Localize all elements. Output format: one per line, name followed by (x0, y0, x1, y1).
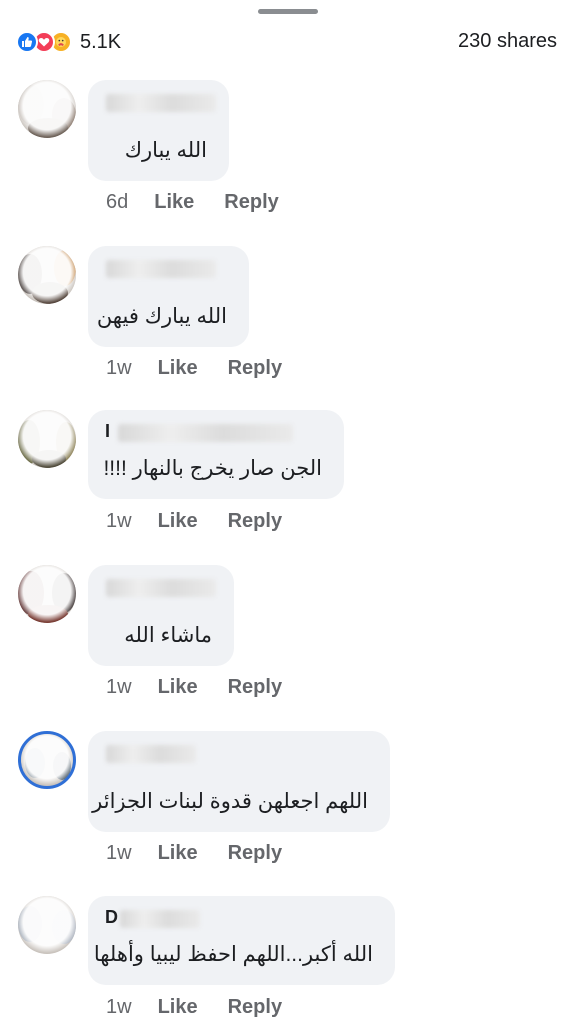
avatar[interactable] (18, 410, 76, 468)
shares-count[interactable]: 230 shares (458, 30, 557, 53)
comment-actions: 1w Like Reply (106, 357, 282, 380)
comment-timestamp[interactable]: 1w (106, 357, 132, 380)
comment-author[interactable] (118, 424, 293, 442)
avatar[interactable] (18, 246, 76, 304)
reply-button[interactable]: Reply (228, 357, 282, 380)
comment-author-initial: D (105, 907, 118, 927)
comment-bubble[interactable]: اللهم اجعلهن قدوة لبنات الجزائر (88, 731, 390, 832)
reply-button[interactable]: Reply (228, 676, 282, 699)
reactions-summary[interactable]: 5.1K (16, 30, 121, 54)
like-button[interactable]: Like (158, 842, 198, 865)
like-button[interactable]: Like (158, 996, 198, 1019)
comment-author[interactable] (106, 579, 216, 597)
like-button[interactable]: Like (158, 357, 198, 380)
comment-timestamp[interactable]: 1w (106, 842, 132, 865)
comment-timestamp[interactable]: 1w (106, 996, 132, 1019)
like-button[interactable]: Like (158, 510, 198, 533)
reply-button[interactable]: Reply (228, 842, 282, 865)
comment-author-initial: I (105, 421, 111, 441)
reply-button[interactable]: Reply (228, 996, 282, 1019)
comment-actions: 1w Like Reply (106, 996, 282, 1019)
comment-text: الجن صار يخرج بالنهار !!!! (103, 457, 322, 480)
comment-actions: 6d Like Reply (106, 191, 279, 214)
comment-author[interactable] (106, 745, 196, 763)
comment-bubble[interactable]: D الله أكبر...اللهم احفظ ليبيا وأهلها (88, 896, 395, 985)
avatar[interactable] (18, 896, 76, 954)
reply-button[interactable]: Reply (224, 191, 278, 214)
comment-bubble[interactable]: الله يبارك فيهن (88, 246, 249, 347)
comment-text: الله أكبر...اللهم احفظ ليبيا وأهلها (93, 943, 373, 966)
reactions-count: 5.1K (80, 30, 122, 53)
comment-actions: 1w Like Reply (106, 676, 282, 699)
comment-text: الله يبارك فيهن (96, 305, 227, 328)
like-button[interactable]: Like (154, 191, 194, 214)
sheet-drag-handle[interactable] (258, 9, 318, 14)
avatar[interactable] (18, 565, 76, 623)
avatar[interactable] (18, 731, 76, 789)
comment-author[interactable] (106, 260, 216, 278)
comment-actions: 1w Like Reply (106, 842, 282, 865)
comment-bubble[interactable]: ماشاء الله (88, 565, 234, 666)
comment-author[interactable] (106, 94, 216, 112)
comment-timestamp[interactable]: 1w (106, 676, 132, 699)
comment-timestamp[interactable]: 6d (106, 191, 128, 214)
comment-actions: 1w Like Reply (106, 510, 282, 533)
comment-bubble[interactable]: I الجن صار يخرج بالنهار !!!! (88, 410, 344, 499)
comment-author[interactable] (120, 910, 200, 928)
comment-timestamp[interactable]: 1w (106, 510, 132, 533)
comment-text: ماشاء الله (124, 624, 212, 647)
like-reaction-icon (16, 31, 38, 53)
like-button[interactable]: Like (158, 676, 198, 699)
avatar[interactable] (18, 80, 76, 138)
reply-button[interactable]: Reply (228, 510, 282, 533)
comment-text: اللهم اجعلهن قدوة لبنات الجزائر (92, 790, 368, 813)
reactions-summary-bar: 5.1K 230 shares (0, 22, 576, 62)
comment-bubble[interactable]: الله يبارك (88, 80, 229, 181)
comment-text: الله يبارك (124, 139, 207, 162)
